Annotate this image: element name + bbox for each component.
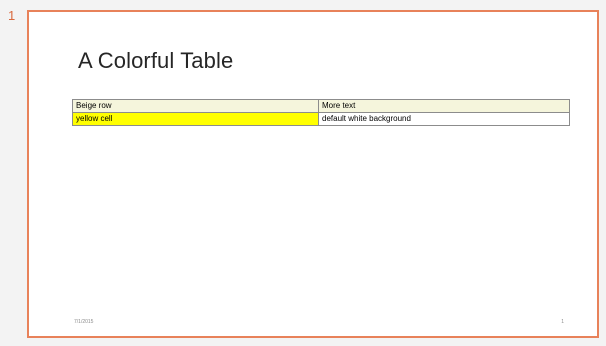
table-row-second: yellow cell default white background [72, 112, 570, 126]
table-row-beige: Beige row More text [72, 99, 570, 113]
table-cell-white[interactable]: default white background [318, 112, 570, 126]
table-cell-beige-row[interactable]: Beige row [72, 99, 319, 113]
footer-date: 7/1/2015 [74, 319, 94, 325]
footer-page-number: 1 [561, 319, 564, 325]
slide-title[interactable]: A Colorful Table [78, 48, 233, 74]
slide-number[interactable]: 1 [8, 8, 15, 23]
colorful-table[interactable]: Beige row More text yellow cell default … [72, 99, 570, 126]
table-cell-yellow[interactable]: yellow cell [72, 112, 319, 126]
table-cell-more-text[interactable]: More text [318, 99, 570, 113]
slide-canvas[interactable]: A Colorful Table Beige row More text yel… [27, 10, 599, 338]
